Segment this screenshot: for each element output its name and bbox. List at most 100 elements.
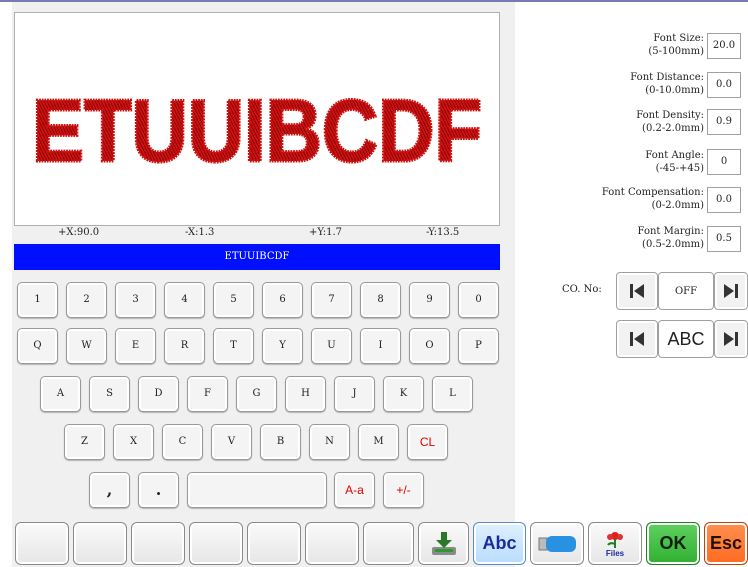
font-density-range: (0.2-2.0mm): [642, 123, 704, 134]
download-icon: [431, 531, 456, 555]
font-angle-range: (-45-+45): [655, 163, 704, 174]
font-next-button[interactable]: [714, 320, 748, 358]
key-4[interactable]: 4: [164, 282, 205, 318]
key-n[interactable]: N: [309, 424, 350, 460]
coord-y-plus: +Y:1.7: [309, 227, 343, 238]
key-c[interactable]: C: [162, 424, 203, 460]
files-label: Files: [605, 549, 625, 558]
key-1[interactable]: 1: [17, 282, 58, 318]
files-button[interactable]: Files: [588, 522, 642, 565]
key-h[interactable]: H: [285, 376, 326, 412]
font-size-range: (5-100mm): [648, 46, 704, 57]
key-q[interactable]: Q: [17, 328, 58, 364]
key-s[interactable]: S: [89, 376, 130, 412]
co-no-value: OFF: [658, 272, 714, 310]
font-density-name: Font Density:: [636, 110, 704, 121]
key-u[interactable]: U: [311, 328, 352, 364]
download-button[interactable]: [418, 522, 469, 565]
clear-button[interactable]: CL: [407, 424, 448, 460]
font-distance-range: (0-10.0mm): [645, 85, 704, 96]
key-e[interactable]: E: [115, 328, 156, 364]
key-8[interactable]: 8: [360, 282, 401, 318]
key-9[interactable]: 9: [409, 282, 450, 318]
case-toggle-button[interactable]: A-a: [334, 472, 375, 508]
font-compensation-label: Font Compensation: (0-2.0mm): [564, 186, 704, 212]
toolbar-blank-5[interactable]: [247, 522, 301, 565]
key-2[interactable]: 2: [66, 282, 107, 318]
space-key[interactable]: [187, 472, 327, 508]
key-0[interactable]: 0: [458, 282, 499, 318]
toolbar-blank-4[interactable]: [189, 522, 243, 565]
font-size-label: Font Size: (5-100mm): [564, 32, 704, 58]
font-distance-field[interactable]: 0.0: [707, 72, 741, 98]
co-prev-button[interactable]: [616, 272, 658, 310]
text-input-bar[interactable]: ETUUIBCDF: [14, 244, 500, 270]
key-z[interactable]: Z: [64, 424, 105, 460]
font-margin-label: Font Margin: (0.5-2.0mm): [564, 225, 704, 251]
ok-label: OK: [659, 533, 687, 553]
font-distance-label: Font Distance: (0-10.0mm): [564, 71, 704, 97]
coord-x-minus: -X:1.3: [185, 227, 215, 238]
key-w[interactable]: W: [66, 328, 107, 364]
key-3[interactable]: 3: [115, 282, 156, 318]
font-abc-label: Abc: [482, 533, 517, 553]
co-no-label: CO. No:: [562, 284, 602, 295]
key-g[interactable]: G: [236, 376, 277, 412]
key-f[interactable]: F: [187, 376, 228, 412]
coord-y-minus: -Y:13.5: [426, 227, 460, 238]
skip-previous-icon: [630, 332, 644, 346]
font-prev-button[interactable]: [616, 320, 658, 358]
coord-x-plus: +X:90.0: [58, 227, 100, 238]
co-next-button[interactable]: [714, 272, 748, 310]
key-d[interactable]: D: [138, 376, 179, 412]
font-angle-field[interactable]: 0: [707, 149, 741, 175]
key-5[interactable]: 5: [213, 282, 254, 318]
font-abc-button[interactable]: Abc: [473, 522, 526, 565]
font-compensation-name: Font Compensation:: [601, 187, 704, 198]
key-7[interactable]: 7: [311, 282, 352, 318]
font-size-field[interactable]: 20.0: [707, 33, 741, 59]
font-margin-field[interactable]: 0.5: [707, 226, 741, 252]
key-a[interactable]: A: [40, 376, 81, 412]
skip-previous-icon: [630, 284, 644, 298]
font-size-name: Font Size:: [653, 33, 704, 44]
ok-button[interactable]: OK: [646, 522, 700, 565]
font-name-display: ABC: [658, 320, 714, 358]
key-o[interactable]: O: [409, 328, 450, 364]
embroidery-preview: ETUUIBCDF: [14, 12, 500, 226]
key-y[interactable]: Y: [262, 328, 303, 364]
key-l[interactable]: L: [432, 376, 473, 412]
key-j[interactable]: J: [334, 376, 375, 412]
toolbar-blank-2[interactable]: [73, 522, 127, 565]
font-margin-range: (0.5-2.0mm): [642, 239, 704, 250]
skip-next-icon: [724, 332, 738, 346]
toolbar-blank-6[interactable]: [305, 522, 359, 565]
font-angle-label: Font Angle: (-45-+45): [564, 149, 704, 175]
sign-toggle-button[interactable]: +/-: [383, 472, 424, 508]
key-p[interactable]: P: [458, 328, 499, 364]
toolbar-blank-3[interactable]: [131, 522, 185, 565]
key-6[interactable]: 6: [262, 282, 303, 318]
esc-button[interactable]: Esc: [704, 522, 748, 565]
key-x[interactable]: X: [113, 424, 154, 460]
skip-next-icon: [724, 284, 738, 298]
comma-key[interactable]: ,: [89, 472, 130, 508]
toolbar-blank-1[interactable]: [15, 522, 69, 565]
key-b[interactable]: B: [260, 424, 301, 460]
font-margin-name: Font Margin:: [637, 226, 704, 237]
esc-label: Esc: [710, 533, 743, 553]
toolbar-blank-7[interactable]: [363, 522, 414, 565]
key-v[interactable]: V: [211, 424, 252, 460]
key-r[interactable]: R: [164, 328, 205, 364]
key-m[interactable]: M: [358, 424, 399, 460]
font-angle-name: Font Angle:: [645, 150, 704, 161]
font-density-field[interactable]: 0.9: [707, 109, 741, 135]
key-i[interactable]: I: [360, 328, 401, 364]
dot-key[interactable]: .: [138, 472, 179, 508]
key-k[interactable]: K: [383, 376, 424, 412]
font-compensation-field[interactable]: 0.0: [707, 187, 741, 213]
font-compensation-range: (0-2.0mm): [651, 200, 704, 211]
usb-button[interactable]: [530, 522, 584, 565]
key-t[interactable]: T: [213, 328, 254, 364]
font-distance-name: Font Distance:: [630, 72, 704, 83]
